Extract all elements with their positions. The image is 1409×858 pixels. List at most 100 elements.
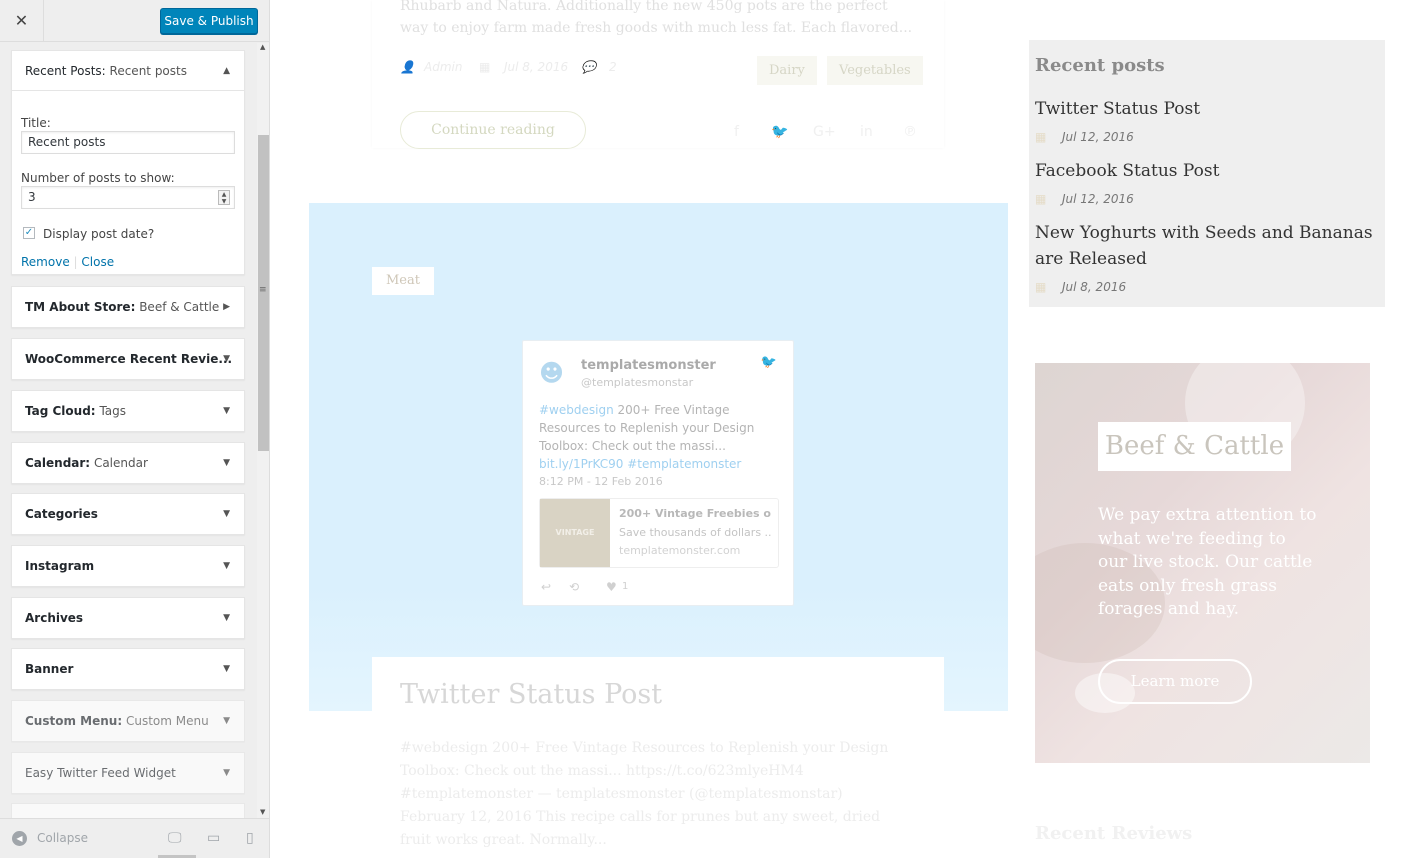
- tweet-author-name[interactable]: templatesmonster: [581, 358, 716, 373]
- post-date: Jul 8, 2016: [504, 60, 569, 74]
- widget-tag-cloud[interactable]: Tag Cloud: Tags ▼: [11, 390, 245, 432]
- twitter-avatar: ☻: [539, 359, 565, 387]
- widget-partial[interactable]: [11, 803, 245, 818]
- close-customizer-button[interactable]: ✕: [0, 0, 44, 42]
- title-input[interactable]: Recent posts: [21, 131, 235, 154]
- tweet-author-handle: @templatesmonstar: [581, 376, 694, 389]
- widget-categories[interactable]: Categories ▼: [11, 493, 245, 535]
- display-date-checkbox[interactable]: ✓: [23, 227, 35, 239]
- twitter-icon[interactable]: 🐦: [771, 124, 788, 140]
- pinterest-icon[interactable]: ℗: [903, 124, 917, 140]
- title-label: Title:: [21, 116, 51, 130]
- widget-archives[interactable]: Archives ▼: [11, 597, 245, 639]
- widget-type: Archives: [25, 611, 84, 625]
- link-separator: |: [73, 255, 78, 269]
- tag-dairy[interactable]: Dairy: [757, 56, 817, 85]
- widget-type: TM About Store:: [25, 300, 136, 314]
- desktop-preview-icon[interactable]: 🖵: [168, 830, 182, 846]
- retweet-icon[interactable]: ⟲: [569, 580, 579, 594]
- save-publish-button[interactable]: Save & Publish: [160, 8, 258, 34]
- widget-easy-twitter-feed[interactable]: Easy Twitter Feed Widget ▼: [11, 752, 245, 794]
- post-title[interactable]: Twitter Status Post: [400, 679, 662, 710]
- number-spinner[interactable]: ▲ ▼: [218, 190, 230, 205]
- widget-title: Custom Menu: [125, 714, 209, 728]
- count-input[interactable]: 3 ▲ ▼: [21, 186, 235, 209]
- like-count: 1: [622, 581, 629, 592]
- blog-post: Twitter Status Post #webdesign 200+ Free…: [372, 657, 944, 858]
- linkedin-icon[interactable]: in: [860, 124, 873, 140]
- scrollbar-thumb[interactable]: ≡: [258, 135, 269, 451]
- widgets-panel: Recent Posts: Recent posts ▲ Title: Rece…: [0, 43, 269, 818]
- widget-type: Instagram: [25, 559, 95, 573]
- widget-tm-about-store[interactable]: TM About Store: Beef & Cattle ▶: [11, 286, 245, 328]
- collapse-arrow-icon[interactable]: ▲: [223, 51, 230, 90]
- media-title: 200+ Vintage Freebies of P...: [619, 507, 771, 520]
- chevron-down-icon: ▼: [223, 561, 230, 571]
- tag-vegetables[interactable]: Vegetables: [827, 56, 923, 85]
- facebook-icon[interactable]: f: [734, 124, 739, 140]
- chevron-down-icon: ▼: [223, 716, 230, 726]
- calendar-icon: ▦: [1035, 280, 1047, 294]
- calendar-icon: ▦: [1035, 130, 1047, 144]
- display-date-label: Display post date?: [43, 227, 155, 241]
- recent-post-link[interactable]: New Yoghurts with Seeds and Bananas are …: [1035, 220, 1380, 272]
- tweet-date[interactable]: 8:12 PM - 12 Feb 2016: [539, 475, 663, 488]
- reply-icon[interactable]: ↩: [541, 580, 551, 594]
- recent-post-date: ▦ Jul 12, 2016: [1035, 130, 1134, 144]
- chevron-down-icon: ▼: [223, 664, 230, 674]
- count-label: Number of posts to show:: [21, 171, 175, 185]
- chevron-down-icon: ▼: [223, 458, 230, 468]
- embedded-tweet[interactable]: ☻ templatesmonster @templatesmonstar 🐦 #…: [522, 340, 794, 606]
- blog-post: Rhubarb and Natura. Additionally the new…: [372, 0, 944, 149]
- widget-type: Banner: [25, 662, 74, 676]
- banner-text: We pay extra attention to what we're fee…: [1098, 505, 1317, 619]
- count-value: 3: [28, 190, 36, 204]
- calendar-icon: ▦: [1035, 192, 1047, 206]
- twitter-bird-icon[interactable]: 🐦: [761, 355, 777, 370]
- media-url: templatemonster.com: [619, 544, 741, 557]
- tablet-preview-icon[interactable]: ▭: [207, 830, 220, 846]
- widget-type: Tag Cloud:: [25, 404, 96, 418]
- post-comments[interactable]: 2: [609, 60, 617, 74]
- widget-calendar[interactable]: Calendar: Calendar ▼: [11, 442, 245, 484]
- sidebar-scrollbar[interactable]: ▲ ≡ ▼: [257, 43, 269, 818]
- widget-type: Easy Twitter Feed Widget: [25, 766, 176, 780]
- about-store-banner: Beef & Cattle We pay extra attention to …: [1035, 363, 1370, 763]
- collapse-icon[interactable]: ◀: [12, 831, 27, 846]
- banner-title-box: Beef & Cattle: [1098, 422, 1291, 471]
- chevron-down-icon: ▼: [223, 768, 230, 778]
- category-badge[interactable]: Meat: [372, 267, 434, 295]
- site-preview: Rhubarb and Natura. Additionally the new…: [271, 0, 1409, 858]
- widget-title: Tags: [99, 404, 127, 418]
- widget-header[interactable]: Recent Posts: Recent posts ▲: [12, 51, 244, 91]
- widget-type: Categories: [25, 507, 98, 521]
- widget-custom-menu[interactable]: Custom Menu: Custom Menu ▼: [11, 700, 245, 742]
- widget-woocommerce-recent-reviews[interactable]: WooCommerce Recent Revie... ▼: [11, 338, 245, 380]
- widget-banner[interactable]: Banner ▼: [11, 648, 245, 690]
- post-author[interactable]: Admin: [424, 60, 462, 74]
- widget-instagram[interactable]: Instagram ▼: [11, 545, 245, 587]
- customizer-footer: ◀ Collapse 🖵 ▭ ▯: [0, 818, 269, 858]
- close-link[interactable]: Close: [81, 255, 114, 269]
- learn-more-button[interactable]: Learn more: [1098, 659, 1252, 704]
- tweet-media-card[interactable]: VINTAGE 200+ Vintage Freebies of P... Sa…: [539, 498, 779, 568]
- like-icon[interactable]: ♥: [606, 580, 617, 594]
- customizer-header: ✕ Save & Publish: [0, 0, 269, 42]
- widget-type: Calendar:: [25, 456, 91, 470]
- chevron-down-icon: ▼: [223, 354, 230, 364]
- remove-link[interactable]: Remove: [21, 255, 70, 269]
- mobile-preview-icon[interactable]: ▯: [246, 830, 254, 846]
- scroll-up-icon[interactable]: ▲: [260, 43, 265, 51]
- recent-posts-widget: Recent posts Twitter Status Post ▦ Jul 12…: [1029, 40, 1385, 307]
- scroll-down-icon[interactable]: ▼: [260, 808, 265, 816]
- continue-reading-button[interactable]: Continue reading: [400, 111, 586, 149]
- collapse-button[interactable]: Collapse: [37, 831, 88, 845]
- widget-title: Recent posts: [109, 64, 187, 78]
- widget-title: Calendar: [93, 456, 148, 470]
- banner-title: Beef & Cattle: [1104, 431, 1285, 461]
- recent-post-link[interactable]: Facebook Status Post: [1035, 158, 1380, 184]
- recent-post-link[interactable]: Twitter Status Post: [1035, 96, 1380, 122]
- author-icon: 👤: [400, 60, 415, 74]
- google-plus-icon[interactable]: G+: [813, 124, 836, 140]
- post-excerpt: Rhubarb and Natura. Additionally the new…: [400, 0, 913, 36]
